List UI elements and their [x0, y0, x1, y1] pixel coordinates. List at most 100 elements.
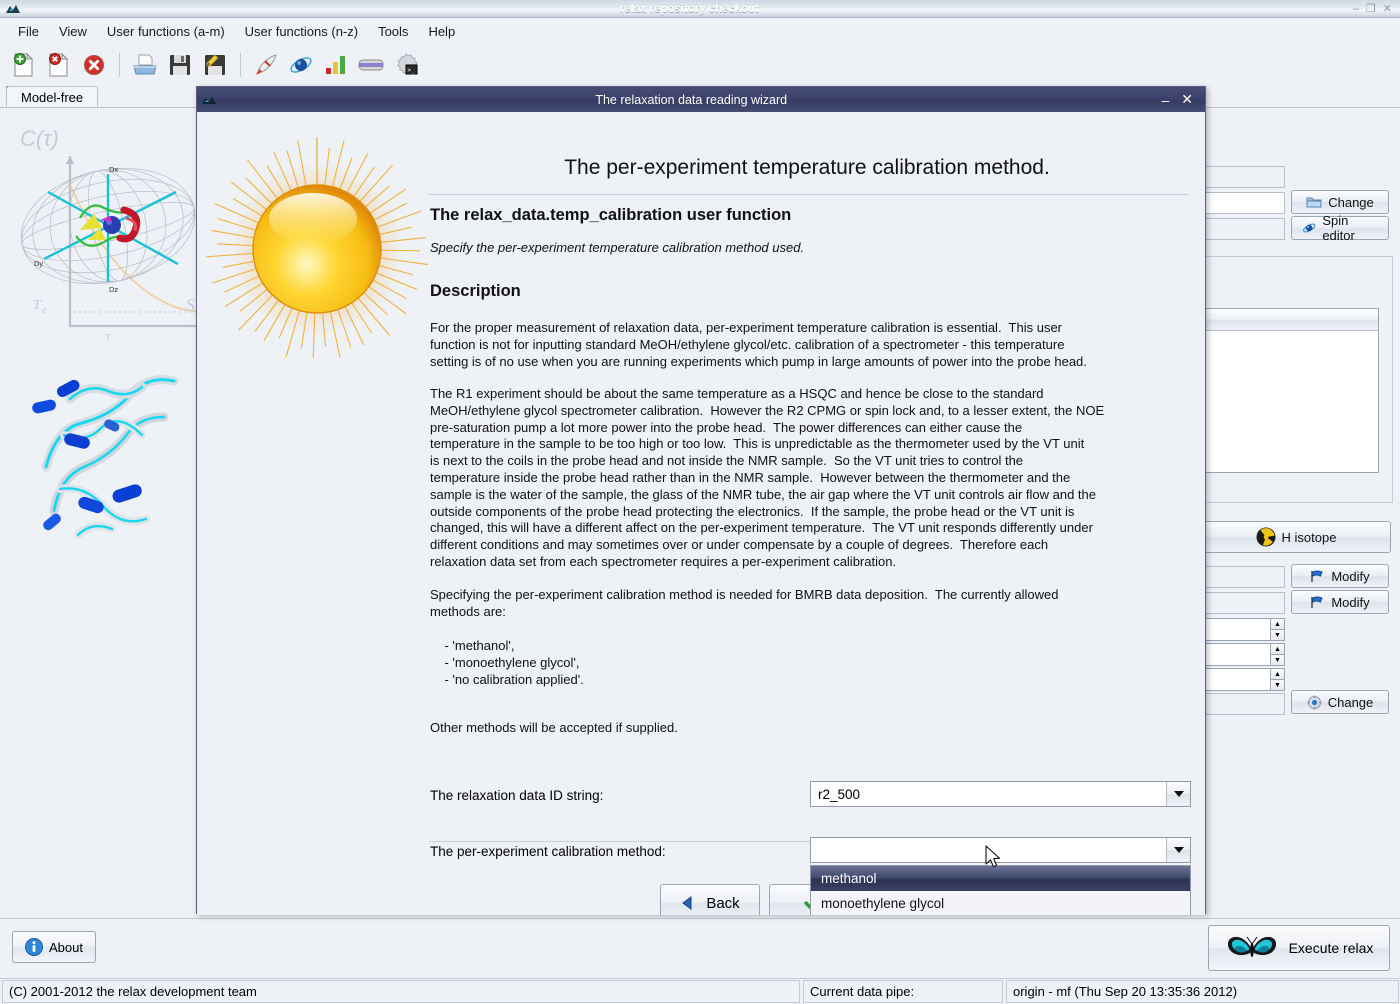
relaxation-data-id-combo[interactable]: r2_500 [810, 781, 1191, 807]
relaxation-data-id-label: The relaxation data ID string: [430, 788, 603, 803]
menubar: File View User functions (a-m) User func… [0, 18, 1400, 44]
isotope-label: H isotope [1282, 530, 1337, 545]
spin-up-icon[interactable]: ▲ [1270, 618, 1285, 630]
description-paragraph-1: For the proper measurement of relaxation… [430, 320, 1172, 370]
back-button[interactable]: Back [660, 884, 760, 915]
calibration-method-label: The per-experiment calibration method: [430, 844, 666, 859]
maximize-icon[interactable]: ❐ [1366, 2, 1376, 15]
svg-text:S: S [186, 295, 195, 315]
svg-text:Dy: Dy [34, 259, 43, 268]
max-iterations-input[interactable] [1203, 668, 1270, 691]
svg-text:T: T [33, 298, 42, 313]
svg-text:Dx: Dx [109, 165, 118, 174]
calibration-method-combo[interactable] [810, 837, 1191, 863]
close-analysis-icon[interactable] [43, 49, 75, 81]
menu-user-functions-n-z[interactable]: User functions (n-z) [235, 21, 368, 42]
close-all-analyses-icon[interactable] [78, 49, 110, 81]
save-as-icon[interactable] [199, 49, 231, 81]
folder-icon [1306, 196, 1322, 209]
dialog-divider-top [429, 194, 1189, 195]
description-heading: Description [430, 282, 521, 301]
execute-relax-button[interactable]: Execute relax [1208, 925, 1390, 971]
grid-increments-input[interactable] [1203, 618, 1270, 641]
mc-simulations-input[interactable] [1203, 643, 1270, 666]
grid-increments-spin-buttons[interactable]: ▲ ▼ [1270, 618, 1285, 641]
correlation-function-label: C(τ) [20, 126, 59, 152]
analysis-field-1[interactable] [1203, 166, 1285, 188]
menu-file[interactable]: File [8, 21, 49, 42]
info-icon [25, 938, 43, 956]
open-state-icon[interactable] [129, 49, 161, 81]
pipe-editor-icon[interactable] [355, 49, 387, 81]
mc-simulations-stepper[interactable]: ▲ ▼ [1203, 643, 1285, 666]
spin-icon [1302, 221, 1316, 235]
close-icon[interactable]: ✕ [1383, 2, 1392, 15]
spin-down-icon[interactable]: ▼ [1270, 680, 1285, 691]
dialog-close-icon[interactable]: ✕ [1181, 91, 1193, 108]
protein-structure-graphic [8, 339, 208, 554]
main-titlebar: relax repository checkout – ❐ ✕ [0, 0, 1400, 18]
structure-file-field[interactable] [1203, 192, 1285, 214]
tab-model-free[interactable]: Model-free [6, 86, 98, 108]
statusbar: (C) 2001-2012 the relax development team… [0, 978, 1400, 1004]
results-viewer-icon[interactable] [320, 49, 352, 81]
spin-editor-label: Spin editor [1322, 213, 1378, 243]
calibration-method-dropdown[interactable]: methanol monoethylene glycol no calibrat… [810, 865, 1191, 915]
chevron-down-icon[interactable] [1166, 838, 1190, 862]
spin-up-icon[interactable]: ▲ [1270, 668, 1285, 680]
change-structure-button[interactable]: Change [1291, 190, 1389, 214]
analysis-field-4[interactable] [1203, 592, 1285, 614]
dropdown-option-monoethylene-glycol[interactable]: monoethylene glycol [811, 891, 1190, 915]
spin-down-icon[interactable]: ▼ [1270, 630, 1285, 641]
spin-up-icon[interactable]: ▲ [1270, 643, 1285, 655]
status-pipe-value: origin - mf (Thu Sep 20 13:35:36 2012) [1006, 980, 1399, 1003]
menu-user-functions-a-m[interactable]: User functions (a-m) [97, 21, 235, 42]
dropdown-option-methanol[interactable]: methanol [811, 866, 1190, 891]
menu-view[interactable]: View [49, 21, 97, 42]
relaxation-data-list[interactable] [1201, 308, 1379, 473]
modify-label-1: Modify [1331, 569, 1369, 584]
relax-rocket-icon[interactable] [250, 49, 282, 81]
toolbar-separator-2 [240, 53, 241, 77]
modify-button-2[interactable]: Modify [1291, 590, 1389, 614]
minimize-icon[interactable]: – [1353, 3, 1359, 15]
chevron-down-icon[interactable] [1166, 782, 1190, 806]
max-iterations-stepper[interactable]: ▲ ▼ [1203, 668, 1285, 691]
prompt-console-icon[interactable]: >_ [390, 49, 422, 81]
mc-simulations-spin-buttons[interactable]: ▲ ▼ [1270, 643, 1285, 666]
dialog-window-controls[interactable]: – ✕ [1161, 91, 1205, 108]
about-button[interactable]: About [12, 931, 96, 963]
toolbar: >_ [0, 44, 1400, 86]
svg-text:Dz: Dz [109, 285, 118, 294]
analysis-field-3[interactable] [1203, 566, 1285, 588]
dialog-subheading: The relax_data.temp_calibration user fun… [430, 206, 791, 225]
analysis-field-2[interactable] [1203, 218, 1285, 240]
back-label: Back [706, 895, 739, 912]
dialog-title: The relaxation data reading wizard [221, 93, 1161, 107]
spin-down-icon[interactable]: ▼ [1270, 655, 1285, 666]
modify-button-1[interactable]: Modify [1291, 564, 1389, 588]
save-state-icon[interactable] [164, 49, 196, 81]
relaxation-data-list-header [1202, 309, 1378, 331]
modify-label-2: Modify [1331, 595, 1369, 610]
isotope-button[interactable]: H isotope [1201, 521, 1391, 553]
description-paragraph-2: The R1 experiment should be about the sa… [430, 386, 1172, 571]
relaxation-data-id-value[interactable]: r2_500 [811, 787, 1166, 802]
butterfly-icon [1225, 931, 1279, 965]
change-mode-button[interactable]: Change [1291, 690, 1389, 714]
main-window-title: relax repository checkout [26, 3, 1353, 15]
spin-editor-button[interactable]: Spin editor [1291, 216, 1389, 240]
analysis-field-5[interactable] [1203, 693, 1285, 715]
main-window-controls[interactable]: – ❐ ✕ [1353, 2, 1400, 15]
grid-increments-stepper[interactable]: ▲ ▼ [1203, 618, 1285, 641]
toolbar-separator [119, 53, 120, 77]
dialog-logo-icon [197, 95, 221, 105]
max-iterations-spin-buttons[interactable]: ▲ ▼ [1270, 668, 1285, 691]
menu-tools[interactable]: Tools [368, 21, 418, 42]
menu-help[interactable]: Help [418, 21, 465, 42]
dialog-summary: Specify the per-experiment temperature c… [430, 240, 804, 255]
new-analysis-icon[interactable] [8, 49, 40, 81]
sun-icon [202, 134, 432, 364]
dialog-minimize-icon[interactable]: – [1161, 92, 1169, 108]
spin-viewer-icon[interactable] [285, 49, 317, 81]
